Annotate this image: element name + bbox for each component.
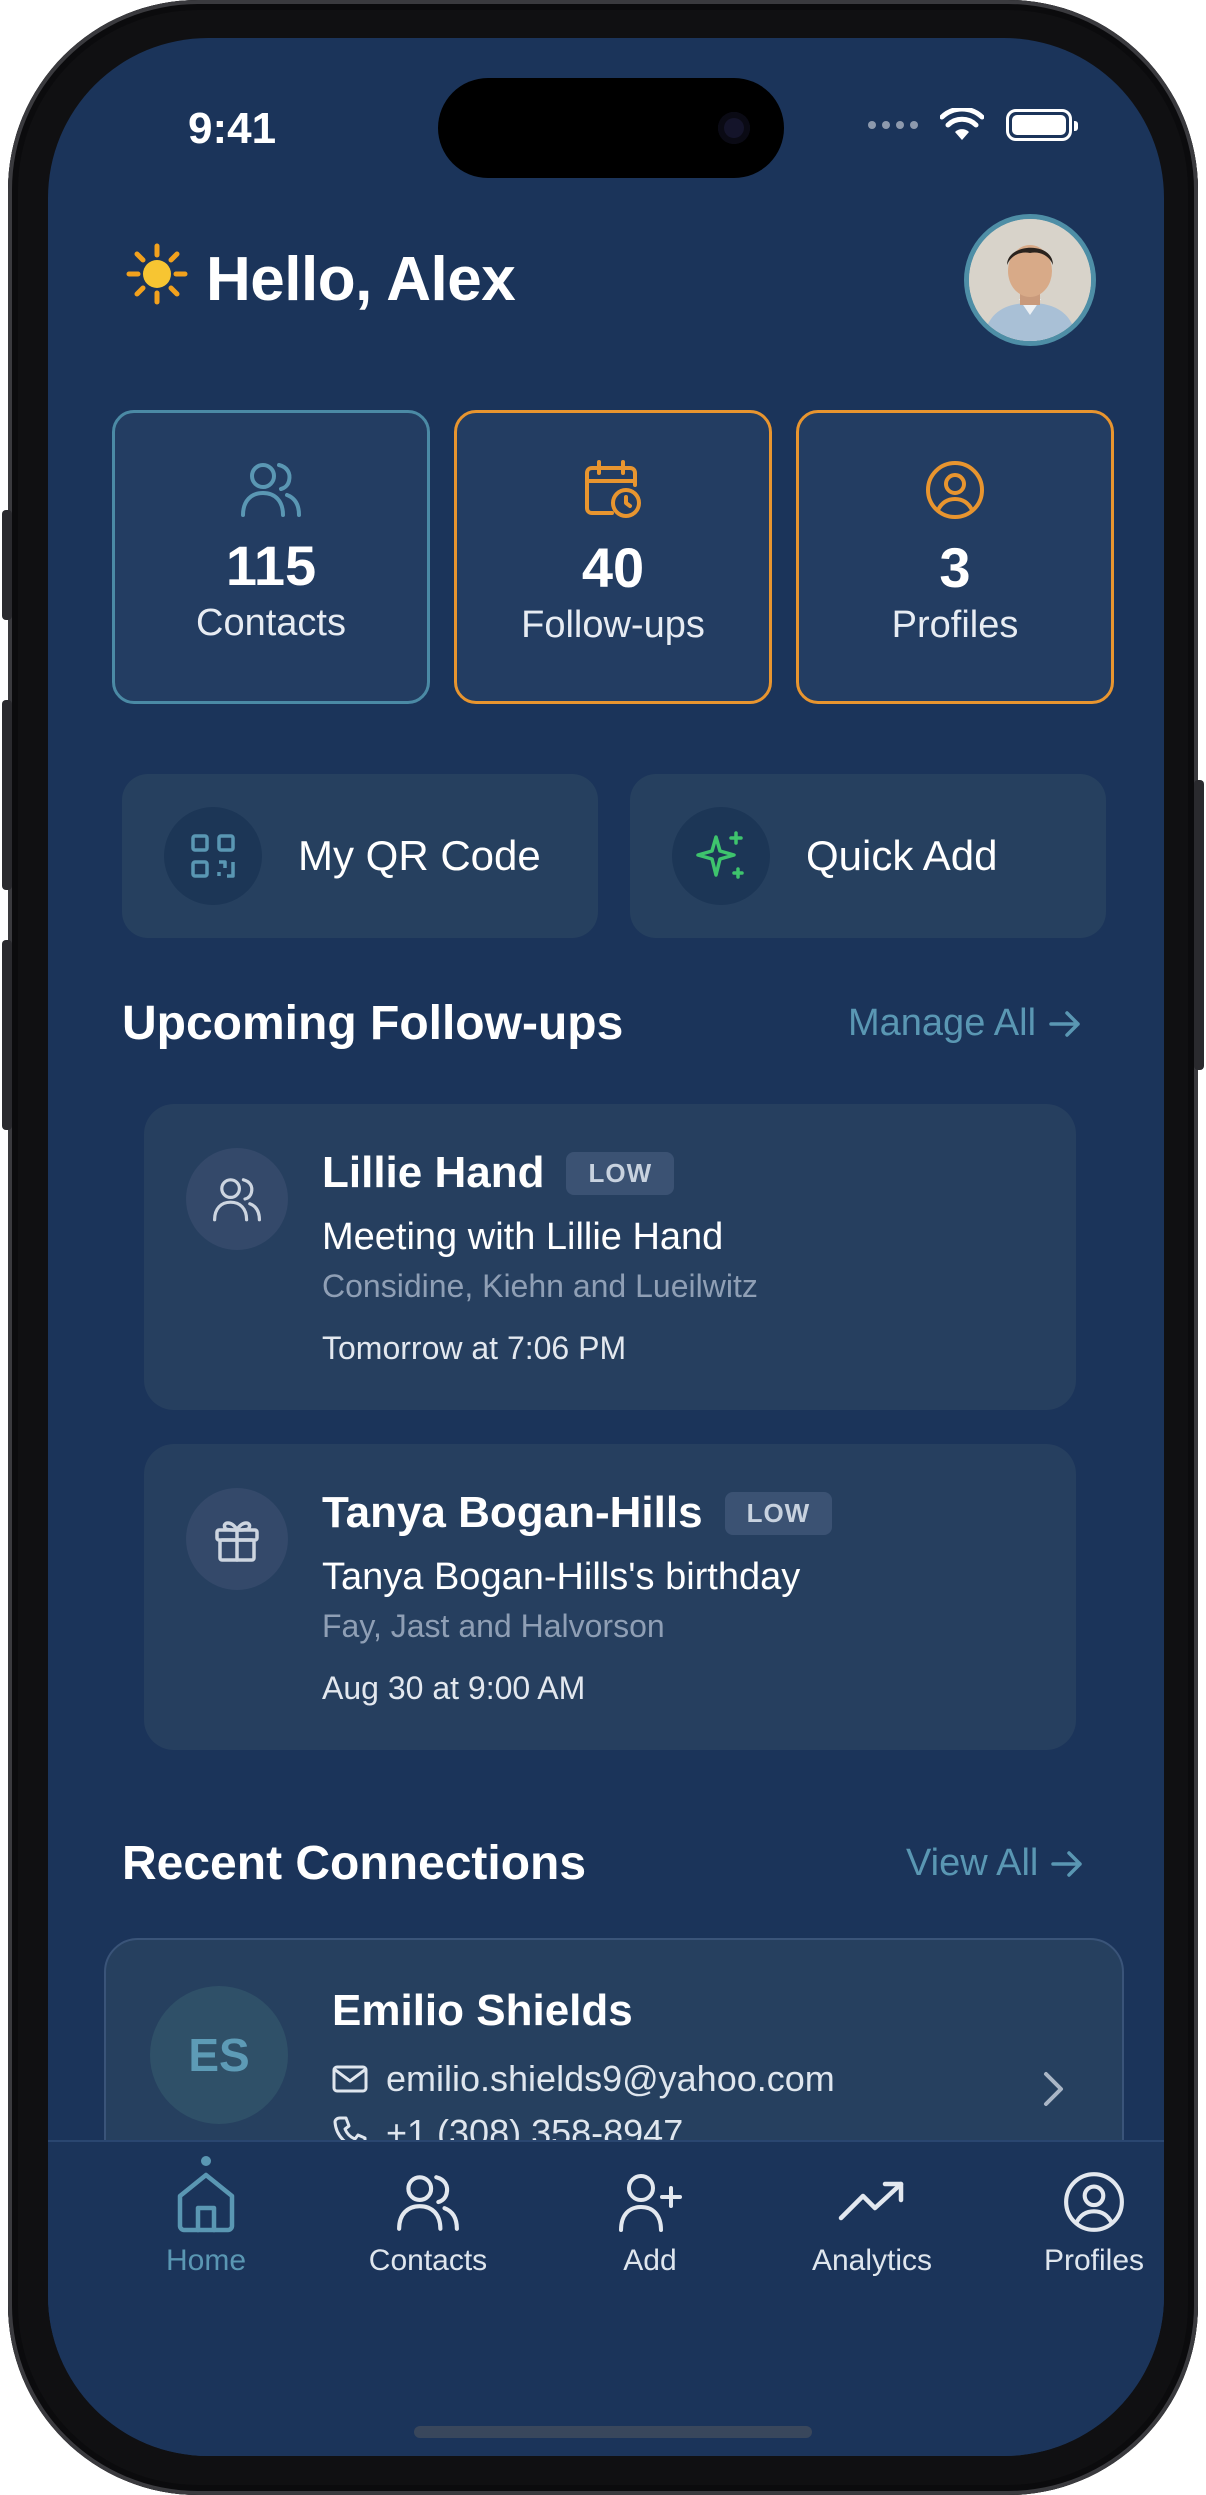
- calendar-clock-icon: [585, 460, 641, 518]
- followups-title: Upcoming Follow-ups: [122, 997, 624, 1050]
- stat-contacts[interactable]: 115 Contacts: [112, 410, 430, 704]
- gift-icon: [186, 1488, 288, 1590]
- qr-code-icon: [164, 807, 262, 905]
- stat-value: 3: [939, 536, 971, 599]
- followup-time: Tomorrow at 7:06 PM: [322, 1330, 627, 1366]
- user-plus-icon: [619, 2174, 682, 2232]
- phone-frame: 9:41 Hello, Alex 115 Contacts 40 Follow-…: [2, 0, 1204, 2495]
- followup-title: Meeting with Lillie Hand: [322, 1216, 724, 1258]
- tab-contacts[interactable]: Contacts: [328, 2170, 528, 2278]
- trending-up-icon: [838, 2181, 904, 2221]
- followup-title: Tanya Bogan-Hills's birthday: [322, 1556, 801, 1598]
- volume-up-button: [2, 700, 12, 890]
- tab-label: Add: [623, 2244, 677, 2277]
- power-button: [1194, 780, 1204, 1070]
- active-indicator: [201, 2156, 211, 2166]
- camera-icon: [718, 112, 750, 144]
- my-qr-code-label: My QR Code: [298, 832, 541, 879]
- followup-company: Fay, Jast and Halvorson: [322, 1608, 665, 1644]
- contact-email-row: emilio.shields9@yahoo.com: [332, 2058, 835, 2100]
- tab-label: Contacts: [368, 2244, 488, 2277]
- followup-name: Lillie Hand: [322, 1148, 545, 1197]
- sparkle-icon: [672, 807, 770, 905]
- followup-card[interactable]: Lillie Hand LOW Meeting with Lillie Hand…: [144, 1104, 1076, 1410]
- dynamic-island: [438, 78, 784, 178]
- followup-card[interactable]: Tanya Bogan-Hills LOW Tanya Bogan-Hills'…: [144, 1444, 1076, 1750]
- stat-label: Follow-ups: [521, 603, 705, 646]
- volume-down-button: [2, 940, 12, 1130]
- user-circle-icon: [1064, 2172, 1124, 2232]
- arrow-right-icon: [1051, 1850, 1083, 1877]
- users-icon: [397, 2175, 459, 2231]
- arrow-right-icon: [1049, 1010, 1080, 1037]
- quick-actions: My QR Code Quick Add: [122, 774, 1106, 938]
- stats-row: 115 Contacts 40 Follow-ups 3 Profiles: [112, 410, 1114, 704]
- tab-bar: Home Contacts Add Analytics Profiles: [48, 2140, 1164, 2456]
- manage-all-label: Manage All: [848, 1002, 1037, 1044]
- tab-profiles[interactable]: Profiles: [994, 2170, 1164, 2278]
- app-screen: 9:41 Hello, Alex 115 Contacts 40 Follow-…: [48, 38, 1164, 2456]
- mail-icon: [332, 2065, 368, 2093]
- stat-profiles[interactable]: 3 Profiles: [796, 410, 1114, 704]
- view-all-link[interactable]: View All: [906, 1842, 1084, 1885]
- view-all-label: View All: [906, 1842, 1039, 1884]
- my-qr-code-button[interactable]: My QR Code: [122, 774, 598, 938]
- contact-email: emilio.shields9@yahoo.com: [386, 2058, 835, 2099]
- signal-icon: [868, 121, 918, 129]
- followup-company: Considine, Kiehn and Lueilwitz: [322, 1268, 758, 1304]
- contact-name: Emilio Shields: [332, 1986, 633, 2035]
- greeting: Hello, Alex: [126, 243, 516, 315]
- home-icon: [177, 2172, 235, 2233]
- priority-badge: LOW: [724, 1491, 833, 1535]
- status-time: 9:41: [188, 104, 277, 153]
- avatar[interactable]: [964, 214, 1096, 346]
- action-button: [2, 510, 12, 620]
- stat-value: 40: [581, 536, 645, 599]
- tab-label: Home: [165, 2244, 247, 2277]
- tab-analytics[interactable]: Analytics: [772, 2170, 972, 2278]
- user-circle-icon: [926, 461, 984, 519]
- users-icon: [186, 1148, 288, 1250]
- followup-name-row: Lillie Hand LOW: [322, 1148, 675, 1198]
- avatar-photo: [969, 219, 1091, 341]
- quick-add-label: Quick Add: [806, 832, 998, 879]
- tab-label: Analytics: [811, 2244, 933, 2277]
- stat-followups[interactable]: 40 Follow-ups: [454, 410, 772, 704]
- stat-label: Profiles: [891, 603, 1019, 646]
- tab-home[interactable]: Home: [106, 2156, 306, 2278]
- battery-icon: [1006, 109, 1078, 141]
- home-indicator: [414, 2426, 812, 2438]
- manage-all-link[interactable]: Manage All: [848, 1002, 1082, 1045]
- chevron-right-icon: [1044, 2072, 1063, 2106]
- tab-add[interactable]: Add: [550, 2170, 750, 2278]
- stat-label: Contacts: [196, 601, 346, 644]
- connections-title: Recent Connections: [122, 1837, 587, 1890]
- stat-value: 115: [225, 534, 317, 597]
- greeting-text: Hello, Alex: [206, 244, 516, 314]
- contact-initials: ES: [150, 1986, 288, 2124]
- followup-name-row: Tanya Bogan-Hills LOW: [322, 1488, 833, 1538]
- tab-label: Profiles: [1043, 2244, 1145, 2277]
- quick-add-button[interactable]: Quick Add: [630, 774, 1106, 938]
- sun-icon: [126, 243, 188, 315]
- wifi-icon: [940, 108, 984, 140]
- followup-name: Tanya Bogan-Hills: [322, 1488, 703, 1537]
- users-icon: [241, 463, 301, 517]
- status-icons: [868, 108, 1078, 142]
- priority-badge: LOW: [566, 1151, 675, 1195]
- followup-time: Aug 30 at 9:00 AM: [322, 1670, 586, 1706]
